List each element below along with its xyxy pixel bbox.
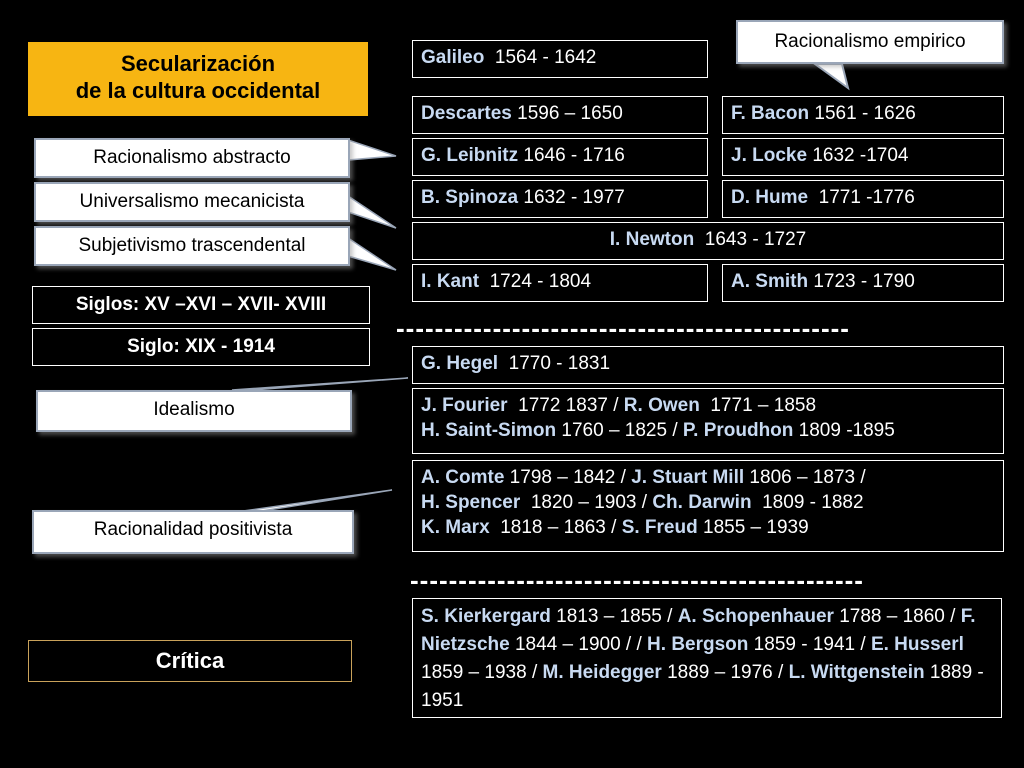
dates-comte: 1798 – 1842 /: [504, 467, 632, 488]
callout-tail-abstracto: [347, 138, 397, 161]
name-darwin: Ch. Darwin: [652, 492, 752, 513]
dates-nietzsche: 1844 – 1900 / /: [509, 634, 648, 655]
positivists-line-2: H. Spencer 1820 – 1903 / Ch. Darwin 1809…: [421, 490, 995, 515]
box-spinoza: B. Spinoza 1632 - 1977: [412, 180, 708, 218]
dates-leibnitz: 1646 - 1716: [518, 145, 625, 166]
dates-smith: 1723 - 1790: [808, 271, 915, 292]
name-fourier: J. Fourier: [421, 395, 508, 416]
box-critics: S. Kierkergard 1813 – 1855 / A. Schopenh…: [412, 598, 1002, 718]
dates-bergson: 1859 - 1941 /: [748, 634, 871, 655]
box-hegel: G. Hegel 1770 - 1831: [412, 346, 1004, 384]
dates-proudhon: 1809 -1895: [793, 420, 895, 441]
label-critica: Crítica: [28, 640, 352, 682]
name-kant: I. Kant: [421, 271, 480, 292]
callout-subjetivismo-trascendental: Subjetivismo trascendental: [34, 226, 350, 266]
dates-husserl: 1859 – 1938 /: [421, 662, 543, 683]
dates-freud: 1855 – 1939: [697, 517, 809, 538]
label-siglos: Siglos: XV –XVI – XVII- XVIII: [32, 286, 370, 324]
dates-newton: 1643 - 1727: [694, 229, 807, 250]
box-hume: D. Hume 1771 -1776: [722, 180, 1004, 218]
positivists-line-3: K. Marx 1818 – 1863 / S. Freud 1855 – 19…: [421, 515, 995, 540]
box-newton: I. Newton 1643 - 1727: [412, 222, 1004, 260]
box-galileo: Galileo 1564 - 1642: [412, 40, 708, 78]
box-socialists: J. Fourier 1772 1837 / R. Owen 1771 – 18…: [412, 388, 1004, 454]
title-line-1: Secularización: [120, 51, 276, 76]
callout-tail-idealismo: [231, 377, 409, 391]
positivists-line-1: A. Comte 1798 – 1842 / J. Stuart Mill 18…: [421, 465, 995, 490]
box-smith: A. Smith 1723 - 1790: [722, 264, 1004, 302]
dates-hegel: 1770 - 1831: [498, 353, 611, 374]
name-schopenhauer: A. Schopenhauer: [677, 606, 834, 627]
box-leibnitz: G. Leibnitz 1646 - 1716: [412, 138, 708, 176]
name-descartes: Descartes: [421, 103, 512, 124]
box-kant: I. Kant 1724 - 1804: [412, 264, 708, 302]
callout-tail-positivista: [235, 489, 393, 513]
box-descartes: Descartes 1596 – 1650: [412, 96, 708, 134]
label-siglo-xix: Siglo: XIX - 1914: [32, 328, 370, 366]
dates-locke: 1632 -1704: [807, 145, 909, 166]
box-bacon: F. Bacon 1561 - 1626: [722, 96, 1004, 134]
name-kierkergard: S. Kierkergard: [421, 606, 551, 627]
socialists-line-2: H. Saint-Simon 1760 – 1825 / P. Proudhon…: [421, 418, 995, 443]
dates-bacon: 1561 - 1626: [809, 103, 916, 124]
name-leibnitz: G. Leibnitz: [421, 145, 519, 166]
dates-descartes: 1596 – 1650: [511, 103, 623, 124]
dates-spencer: 1820 – 1903 /: [520, 492, 653, 513]
name-wittgenstein: L. Wittgenstein: [788, 662, 925, 683]
callout-racionalismo-empirico: Racionalismo empirico: [736, 20, 1004, 64]
callout-tail-mecanicista: [347, 194, 397, 229]
separator-1: ----------------------------------------…: [396, 318, 850, 338]
callout-universalismo-mecanicista: Universalismo mecanicista: [34, 182, 350, 222]
name-spencer: H. Spencer: [421, 492, 521, 513]
name-newton: I. Newton: [609, 229, 695, 250]
name-heidegger: M. Heidegger: [542, 662, 662, 683]
title-line-2: de la cultura occidental: [75, 78, 321, 103]
box-locke: J. Locke 1632 -1704: [722, 138, 1004, 176]
dates-fourier: 1772 1837 /: [507, 395, 624, 416]
name-hegel: G. Hegel: [421, 353, 499, 374]
callout-racionalidad-positivista: Racionalidad positivista: [32, 510, 354, 554]
page-title: Secularización de la cultura occidental: [28, 42, 368, 116]
dates-stuart-mill: 1806 – 1873 /: [744, 467, 866, 488]
name-locke: J. Locke: [731, 145, 808, 166]
name-smith: A. Smith: [731, 271, 809, 292]
name-bacon: F. Bacon: [731, 103, 810, 124]
dates-hume: 1771 -1776: [808, 187, 915, 208]
dates-saint-simon: 1760 – 1825 /: [556, 420, 683, 441]
dates-heidegger: 1889 – 1976 /: [661, 662, 789, 683]
name-hume: D. Hume: [731, 187, 809, 208]
socialists-line-1: J. Fourier 1772 1837 / R. Owen 1771 – 18…: [421, 393, 995, 418]
name-owen: R. Owen: [623, 395, 700, 416]
name-husserl: E. Husserl: [870, 634, 964, 655]
dates-marx: 1818 – 1863 /: [489, 517, 622, 538]
dates-darwin: 1809 - 1882: [751, 492, 864, 513]
dates-spinoza: 1632 - 1977: [518, 187, 625, 208]
dates-galileo: 1564 - 1642: [484, 47, 597, 68]
callout-idealismo: Idealismo: [36, 390, 352, 432]
name-comte: A. Comte: [421, 467, 505, 488]
name-bergson: H. Bergson: [647, 634, 749, 655]
dates-schopenhauer: 1788 – 1860 /: [833, 606, 961, 627]
name-proudhon: P. Proudhon: [682, 420, 794, 441]
dates-kant: 1724 - 1804: [479, 271, 592, 292]
dates-kierkergard: 1813 – 1855 /: [550, 606, 678, 627]
callout-tail-empirico: [811, 63, 850, 91]
name-saint-simon: H. Saint-Simon: [421, 420, 557, 441]
name-marx: K. Marx: [421, 517, 490, 538]
name-galileo: Galileo: [421, 47, 485, 68]
separator-2: ----------------------------------------…: [410, 570, 864, 590]
name-stuart-mill: J. Stuart Mill: [631, 467, 745, 488]
name-freud: S. Freud: [621, 517, 698, 538]
name-spinoza: B. Spinoza: [421, 187, 519, 208]
callout-racionalismo-abstracto: Racionalismo abstracto: [34, 138, 350, 178]
box-positivists: A. Comte 1798 – 1842 / J. Stuart Mill 18…: [412, 460, 1004, 552]
dates-owen: 1771 – 1858: [699, 395, 817, 416]
callout-tail-trascendental: [347, 236, 397, 271]
